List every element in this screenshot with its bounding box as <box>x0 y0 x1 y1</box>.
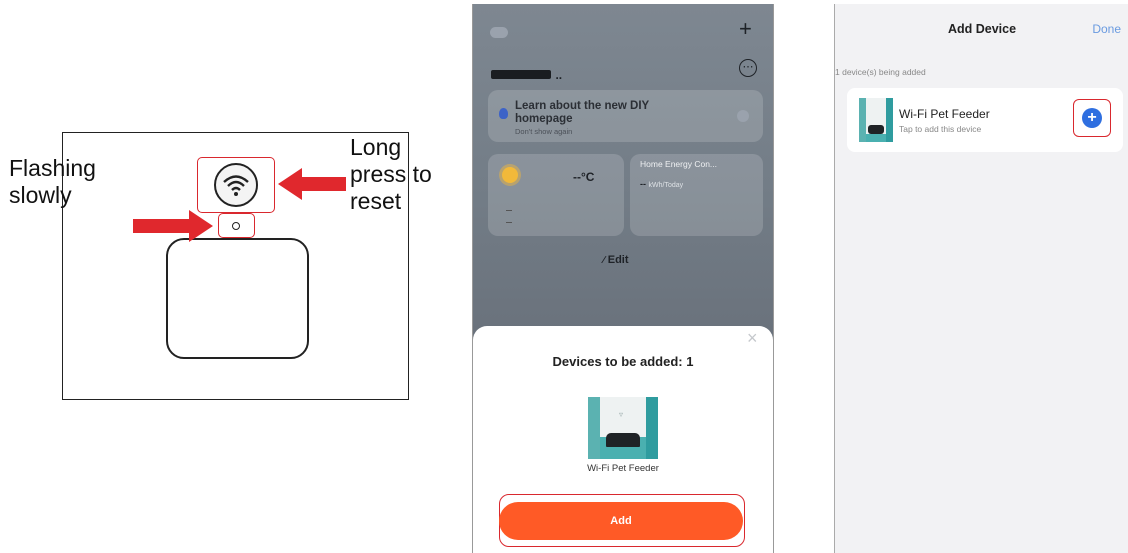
arrow-right-icon <box>133 210 213 242</box>
thumb-base <box>866 134 886 142</box>
weather-placeholder-line <box>506 222 512 223</box>
energy-title: Home Energy Con... <box>640 159 718 169</box>
sheet-title: Devices to be added: 1 <box>552 354 694 369</box>
home-name-redacted <box>491 70 551 80</box>
thumb-left-wall <box>859 98 866 142</box>
thumb-body <box>868 125 884 134</box>
label-line: press to <box>350 161 432 187</box>
home-name-suffix: .. <box>555 68 563 82</box>
indicator-light <box>232 222 240 230</box>
feeder-right-wall <box>646 397 658 459</box>
bulb-icon <box>499 108 508 119</box>
sheet-device-name: Wi-Fi Pet Feeder <box>587 463 659 474</box>
label-line: Flashing <box>9 155 96 181</box>
flashing-slowly-label: Flashing slowly <box>9 155 96 209</box>
energy-unit: kWh/Today <box>648 182 684 189</box>
label-line: slowly <box>9 182 72 208</box>
weather-temp: --°C <box>573 170 595 184</box>
adding-status: 1 device(s) being added <box>835 67 926 77</box>
pencil-icon: ∕ <box>603 255 605 266</box>
feeder-left-wall <box>588 397 600 459</box>
add-icon[interactable]: + <box>739 16 752 42</box>
weather-placeholder-line <box>506 210 512 211</box>
label-line: Long <box>350 134 402 160</box>
energy-value: -- kWh/Today <box>640 179 683 189</box>
feeder-body <box>606 433 640 447</box>
home-screen: + .. ⋯ Learn about the new DIY homepage … <box>472 4 774 553</box>
add-device-screen: Add Device Done 1 device(s) being added … <box>834 4 1128 553</box>
tip-title: Learn about the new DIY homepage <box>515 100 649 126</box>
thumb-right-wall <box>886 98 893 142</box>
device-body <box>166 238 309 359</box>
device-hint: Tap to add this device <box>899 124 982 134</box>
add-button[interactable]: Add <box>499 502 743 540</box>
device-thumbnail <box>859 98 893 142</box>
feeder-wifi-icon: ▿ <box>619 410 624 419</box>
edit-label: Edit <box>607 254 629 266</box>
tip-dismiss-link[interactable]: Don't show again <box>515 127 572 136</box>
long-press-reset-label: Long press to reset <box>350 134 432 215</box>
energy-number: -- <box>640 179 646 189</box>
edit-button[interactable]: ∕ Edit <box>603 254 629 266</box>
tip-title-line: homepage <box>515 113 573 125</box>
page-title: Add Device <box>947 22 1017 36</box>
pet-feeder-image: ▿ <box>588 397 658 459</box>
more-icon[interactable]: ⋯ <box>739 59 757 77</box>
tip-close-icon[interactable] <box>737 110 749 122</box>
done-button[interactable]: Done <box>1092 22 1121 36</box>
add-device-plus-icon[interactable]: + <box>1082 108 1102 128</box>
device-name: Wi-Fi Pet Feeder <box>899 107 990 121</box>
sun-icon <box>502 167 518 183</box>
reset-button <box>214 163 258 207</box>
close-icon[interactable]: × <box>747 328 758 349</box>
tip-title-line: Learn about the new DIY <box>515 100 650 112</box>
home-menu-icon[interactable] <box>490 27 508 38</box>
arrow-left-icon <box>278 168 346 200</box>
home-name[interactable]: .. <box>491 66 562 84</box>
label-line: reset <box>350 188 402 214</box>
wifi-icon <box>223 175 249 196</box>
